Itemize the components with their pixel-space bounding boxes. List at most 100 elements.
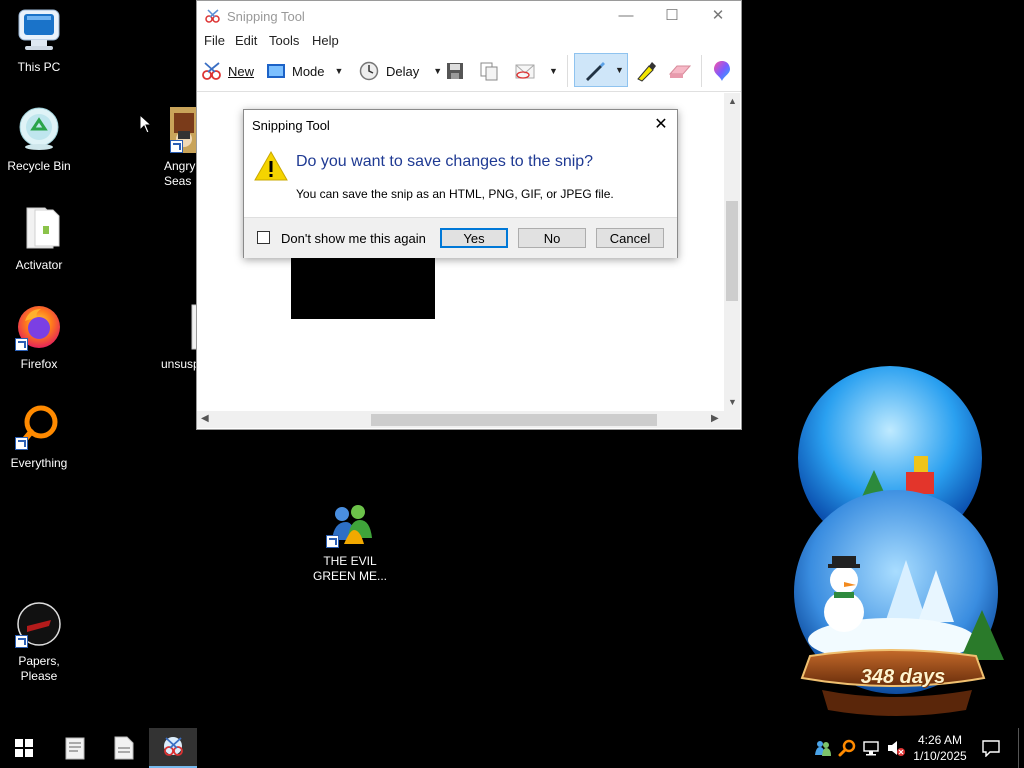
snow-globe-widget[interactable]: 348 days	[786, 360, 1022, 728]
send-snip-button[interactable]: ▼	[513, 59, 558, 83]
scroll-up-icon[interactable]: ▲	[728, 96, 737, 106]
dialog-close-button[interactable]: ✕	[648, 114, 674, 136]
scrollbar-corner	[724, 411, 740, 428]
new-label: New	[228, 63, 255, 79]
menu-edit[interactable]: Edit	[235, 33, 257, 48]
clock-date: 1/10/2025	[913, 749, 967, 763]
snip-image	[291, 251, 435, 319]
yes-button[interactable]: Yes	[440, 228, 508, 248]
mouse-cursor-icon	[139, 114, 153, 134]
horizontal-scrollbar[interactable]: ◀ ▶	[197, 411, 724, 428]
menu-help[interactable]: Help	[312, 33, 339, 48]
scroll-right-icon[interactable]: ▶	[711, 413, 719, 424]
paint3d-icon	[714, 61, 730, 81]
chevron-down-icon: ▼	[433, 66, 443, 76]
chevron-down-icon: ▼	[334, 66, 344, 76]
menu-tools[interactable]: Tools	[269, 33, 299, 48]
shortcut-arrow-icon	[15, 437, 28, 450]
desktop-icon-everything[interactable]: Everything	[1, 402, 77, 471]
chevron-down-icon: ▼	[549, 66, 558, 76]
new-snip-button[interactable]: New	[201, 59, 254, 83]
save-icon	[447, 63, 463, 79]
copy-button[interactable]	[479, 59, 499, 83]
maximize-button[interactable]: ☐	[649, 1, 695, 31]
dont-show-label[interactable]: Don't show me this again	[281, 231, 426, 246]
close-button[interactable]: ✕	[695, 1, 741, 31]
toolbar: New Mode ▼ Delay ▼ ▼ ▼	[197, 51, 741, 92]
window-title: Snipping Tool	[227, 9, 305, 24]
clock-time: 4:26 AM	[917, 733, 963, 747]
taskbar: 4:26 AM 1/10/2025	[0, 728, 1024, 768]
minimize-button[interactable]: —	[603, 1, 649, 31]
search-icon	[15, 402, 63, 450]
title-bar[interactable]: Snipping Tool — ☐ ✕	[197, 1, 741, 31]
search-tray-icon[interactable]	[838, 739, 856, 757]
taskbar-app-snipping-tool[interactable]	[149, 728, 197, 768]
scroll-thumb[interactable]	[726, 201, 738, 301]
notepad-icon	[65, 737, 85, 760]
clock-icon	[359, 61, 379, 81]
desktop-icon-firefox[interactable]: Firefox	[1, 303, 77, 372]
dialog-heading: Do you want to save changes to the snip?	[296, 153, 594, 170]
save-changes-dialog: Snipping Tool ✕ Do you want to save chan…	[243, 109, 678, 258]
shortcut-arrow-icon	[170, 140, 183, 153]
no-button[interactable]: No	[518, 228, 586, 248]
chevron-down-icon: ▼	[615, 65, 624, 75]
desktop-icon-activator[interactable]: Activator	[1, 204, 77, 273]
shortcut-arrow-icon	[15, 635, 28, 648]
scissors-icon	[164, 737, 183, 756]
desktop-icon-label: Everything	[10, 456, 68, 470]
cancel-button[interactable]: Cancel	[596, 228, 664, 248]
desktop-icon-label: Activator	[15, 258, 63, 272]
desktop-icon-label: Recycle Bin	[7, 159, 71, 173]
scroll-left-icon[interactable]: ◀	[201, 413, 209, 424]
mode-button[interactable]: Mode ▼	[267, 59, 343, 83]
desktop-icon-label: Firefox	[20, 357, 58, 371]
volume-muted-icon[interactable]	[886, 739, 906, 757]
file-icon	[15, 204, 63, 252]
shortcut-arrow-icon	[326, 535, 339, 548]
eraser-icon	[668, 65, 692, 78]
warning-icon	[254, 150, 288, 181]
scroll-down-icon[interactable]: ▼	[728, 397, 737, 407]
taskbar-app-document[interactable]	[100, 728, 148, 768]
desktop-icon-evil-green-messenger[interactable]: THE EVIL GREEN ME...	[312, 500, 388, 584]
save-button[interactable]	[445, 59, 465, 83]
desktop-icon-this-pc[interactable]: This PC	[1, 6, 77, 75]
notification-icon[interactable]	[982, 739, 1000, 757]
copy-icon	[480, 62, 498, 81]
pen-button[interactable]: ▼	[574, 53, 628, 87]
desktop-icon-papers-please[interactable]: Papers, Please	[1, 600, 77, 684]
vertical-scrollbar[interactable]: ▲ ▼	[724, 93, 740, 411]
menu-bar: File Edit Tools Help	[197, 31, 741, 51]
envelope-icon	[515, 64, 535, 79]
taskbar-app-notepad[interactable]	[51, 728, 99, 768]
scissors-icon	[202, 62, 221, 80]
scroll-thumb[interactable]	[371, 414, 657, 426]
network-icon[interactable]	[862, 739, 880, 757]
desktop-icon-label: Papers, Please	[18, 654, 60, 683]
dont-show-checkbox[interactable]	[257, 231, 270, 244]
start-button[interactable]	[0, 728, 48, 768]
days-counter: 348 days	[860, 666, 946, 688]
clock[interactable]: 4:26 AM 1/10/2025	[904, 732, 976, 764]
people-icon[interactable]	[814, 739, 832, 757]
delay-label: Delay	[386, 63, 420, 79]
eraser-button[interactable]	[667, 59, 693, 83]
papers-please-icon	[15, 600, 63, 648]
mode-label: Mode	[292, 63, 325, 79]
pen-icon	[586, 62, 605, 81]
dialog-title: Snipping Tool	[252, 118, 330, 133]
desktop-icon-recycle-bin[interactable]: Recycle Bin	[1, 105, 77, 174]
dialog-footer: Don't show me this again Yes No Cancel	[244, 217, 677, 258]
show-desktop-button[interactable]	[1018, 728, 1019, 768]
scissors-icon	[205, 9, 220, 23]
firefox-icon	[15, 303, 63, 351]
messenger-icon	[326, 500, 374, 548]
highlighter-button[interactable]	[635, 59, 657, 83]
document-icon	[114, 736, 134, 760]
paint3d-button[interactable]	[713, 59, 731, 83]
delay-button[interactable]: Delay ▼	[359, 59, 442, 83]
menu-file[interactable]: File	[204, 33, 225, 48]
highlighter-icon	[637, 62, 656, 82]
